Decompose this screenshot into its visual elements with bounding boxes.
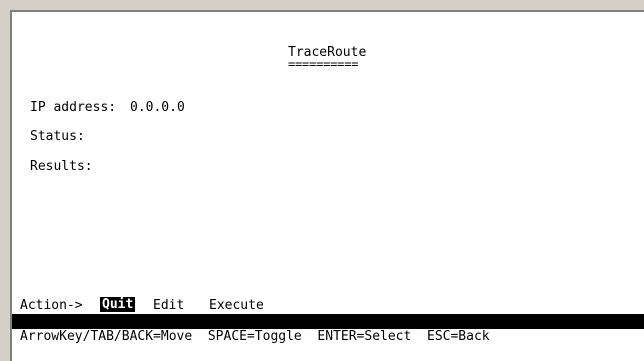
window-frame: TraceRoute ========== IP address: 0.0.0.…: [0, 0, 644, 361]
action-quit[interactable]: Quit: [100, 297, 136, 312]
ip-address-label: IP address:: [30, 100, 117, 115]
ip-address-field[interactable]: 0.0.0.0: [130, 101, 185, 114]
results-label: Results:: [30, 159, 93, 174]
page-title-underline: ==========: [288, 57, 359, 71]
action-edit[interactable]: Edit: [153, 299, 184, 312]
action-menu-label: Action->: [20, 298, 83, 313]
action-execute[interactable]: Execute: [209, 299, 264, 312]
help-bar-divider: [12, 314, 644, 329]
status-label: Status:: [30, 129, 85, 144]
terminal-screen: TraceRoute ========== IP address: 0.0.0.…: [10, 10, 644, 361]
help-text: ArrowKey/TAB/BACK=Move SPACE=Toggle ENTE…: [20, 329, 490, 344]
